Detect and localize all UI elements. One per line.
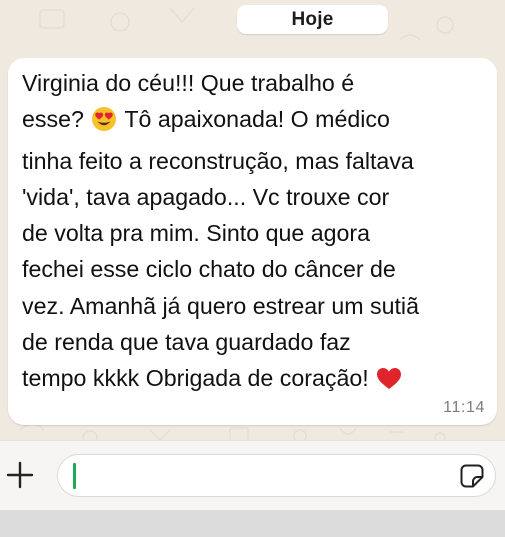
message-composer xyxy=(0,440,505,511)
message-text: Virginia do céu!!! Que trabalho é esse? … xyxy=(22,65,483,402)
sticker-button[interactable] xyxy=(459,463,485,489)
red-heart-emoji-icon xyxy=(376,365,402,401)
incoming-message-bubble[interactable]: Virginia do céu!!! Que trabalho é esse? … xyxy=(8,58,497,425)
attach-button[interactable] xyxy=(4,459,36,491)
heart-eyes-emoji-icon xyxy=(91,106,117,142)
date-separator: Hoje xyxy=(237,5,388,34)
date-label: Hoje xyxy=(291,8,334,30)
chat-screen: Hoje Virginia do céu!!! Que trabalho é e… xyxy=(0,0,505,537)
message-time: 11:14 xyxy=(443,399,485,416)
message-text-part-2: Tô apaixonada! O médico tinha feito a re… xyxy=(22,106,419,392)
plus-icon xyxy=(6,461,34,489)
text-caret xyxy=(73,463,76,489)
sticker-icon xyxy=(460,464,484,488)
message-input[interactable] xyxy=(57,454,496,497)
bottom-bar xyxy=(0,510,505,537)
